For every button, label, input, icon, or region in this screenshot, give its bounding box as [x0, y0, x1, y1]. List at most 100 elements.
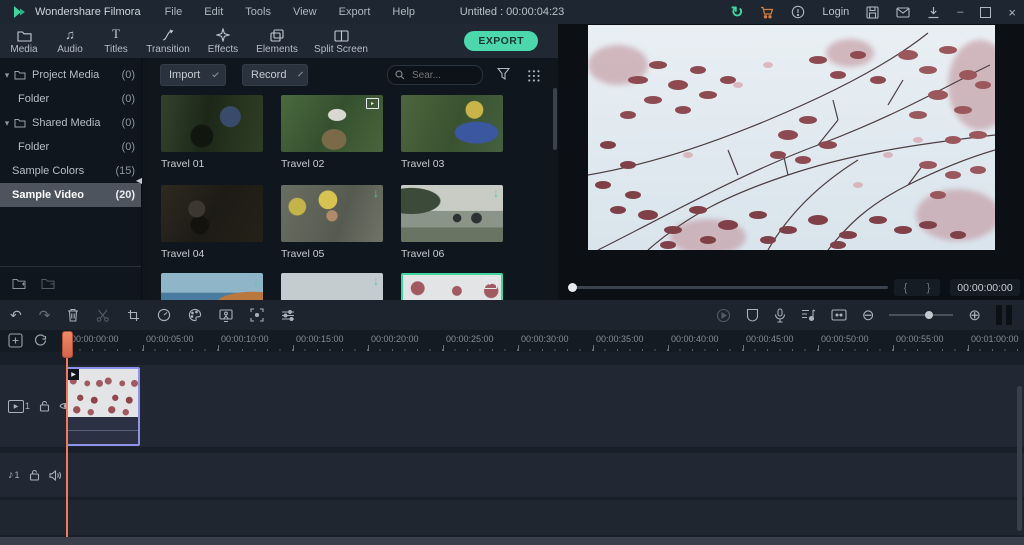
timeline-clip-selected[interactable]: ▶ — [66, 367, 140, 446]
close-icon[interactable]: × — [1008, 5, 1016, 20]
media-panel-scrollbar[interactable] — [553, 88, 557, 150]
info-icon[interactable] — [791, 5, 805, 19]
mark-in-brace[interactable]: { — [904, 282, 908, 294]
track-options-icon[interactable] — [831, 309, 847, 321]
new-folder-icon[interactable] — [12, 278, 27, 290]
save-icon[interactable] — [866, 6, 879, 19]
minimize-icon[interactable]: – — [957, 6, 963, 18]
voiceover-mic-icon[interactable] — [774, 308, 786, 323]
speed-icon[interactable] — [157, 308, 171, 322]
tab-split-screen[interactable]: Split Screen — [306, 28, 376, 55]
media-clip-travel-03[interactable] — [401, 95, 503, 152]
empty-timeline-area[interactable] — [0, 500, 1024, 535]
panel-splitter-handle[interactable] — [996, 305, 1012, 325]
timeline-ruler[interactable]: 00:00:00:00 00:00:05:00 00:00:10:00 00:0… — [0, 330, 1024, 352]
crop-icon[interactable] — [127, 309, 140, 322]
media-clip-travel-04[interactable] — [161, 185, 263, 242]
tab-transition[interactable]: Transition — [140, 28, 196, 55]
audio-mixer-icon[interactable] — [801, 308, 816, 322]
sidebar-collapse-icon[interactable]: ◀ — [136, 176, 142, 185]
render-preview-icon[interactable] — [716, 308, 731, 323]
tab-elements[interactable]: Elements — [250, 28, 304, 55]
mark-in-out[interactable]: { } — [894, 279, 940, 296]
download-arrow-icon: ↓ — [493, 188, 499, 198]
playhead-line[interactable] — [66, 331, 68, 537]
video-track-lane[interactable]: ▶1 — [0, 365, 1024, 447]
lock-icon[interactable] — [29, 469, 40, 481]
green-screen-icon[interactable] — [219, 309, 233, 322]
mail-icon[interactable] — [896, 7, 910, 18]
audio-track-lane[interactable]: ♪1 — [0, 453, 1024, 497]
media-clip-travel-01[interactable] — [161, 95, 263, 152]
sync-icon[interactable]: ↻ — [731, 3, 744, 21]
auto-ripple-icon[interactable] — [33, 333, 48, 348]
tab-titles[interactable]: T Titles — [94, 28, 138, 55]
undo-icon[interactable]: ↶ — [10, 307, 22, 324]
media-clip-row3-2[interactable]: ↓ — [281, 273, 383, 300]
mute-speaker-icon[interactable] — [49, 470, 62, 481]
sidebar-item-shared-media[interactable]: ▾ Shared Media (0) — [0, 111, 141, 135]
color-palette-icon[interactable] — [188, 308, 202, 322]
tab-split-screen-label: Split Screen — [314, 44, 368, 55]
marker-icon[interactable] — [746, 308, 759, 322]
zoom-slider-knob[interactable] — [925, 311, 933, 319]
export-button[interactable]: EXPORT — [464, 31, 538, 51]
track-manage-icon[interactable] — [8, 333, 23, 348]
playhead-handle[interactable] — [62, 331, 73, 358]
preview-scrub-row: { } 00:00:00:00 — [558, 279, 1024, 297]
grid-view-icon[interactable] — [527, 69, 540, 82]
ruler-label: 00:00:45:00 — [746, 334, 794, 344]
media-clip-blossom-selected[interactable]: ▸ — [401, 273, 503, 300]
menu-view[interactable]: View — [293, 6, 317, 18]
menu-help[interactable]: Help — [392, 6, 415, 18]
lock-icon[interactable] — [39, 400, 50, 412]
collapse-triangle-icon[interactable]: ▾ — [0, 70, 14, 81]
seek-handle[interactable] — [568, 283, 577, 292]
menu-file[interactable]: File — [165, 6, 183, 18]
search-box[interactable] — [387, 65, 483, 85]
tab-media[interactable]: Media — [2, 28, 46, 55]
media-clip-travel-05[interactable]: ↓ — [281, 185, 383, 242]
tab-effects[interactable]: Effects — [198, 28, 248, 55]
motion-tracking-icon[interactable] — [250, 308, 264, 322]
login-button[interactable]: Login — [822, 6, 849, 18]
tab-effects-label: Effects — [208, 44, 238, 55]
record-dropdown[interactable]: Record — [242, 64, 308, 86]
timeline-zoom-slider[interactable] — [889, 314, 953, 316]
menu-bar: File Edit Tools View Export Help — [165, 6, 415, 18]
maximize-icon[interactable] — [980, 7, 991, 18]
sidebar-item-folder-2[interactable]: Folder (0) — [0, 135, 141, 159]
sidebar-label: Project Media — [32, 69, 99, 81]
tab-audio[interactable]: ♫ Audio — [48, 28, 92, 55]
zoom-out-icon[interactable]: ⊖ — [862, 306, 875, 324]
sidebar-item-project-media[interactable]: ▾ Project Media (0) — [0, 63, 141, 87]
timeline-vertical-scrollbar[interactable] — [1017, 386, 1022, 531]
mark-out-brace[interactable]: } — [927, 282, 931, 294]
download-icon[interactable] — [927, 6, 940, 19]
sidebar-item-sample-colors[interactable]: Sample Colors (15) — [0, 159, 141, 183]
timeline-horizontal-scrollbar[interactable] — [0, 537, 1024, 545]
delete-folder-icon[interactable] — [41, 278, 56, 290]
cut-scissors-icon[interactable] — [96, 309, 110, 322]
cart-icon[interactable] — [760, 6, 774, 19]
menu-tools[interactable]: Tools — [245, 6, 271, 18]
search-input[interactable] — [410, 69, 469, 82]
sidebar-item-folder-1[interactable]: Folder (0) — [0, 87, 141, 111]
sidebar-item-sample-video[interactable]: Sample Video (20) — [0, 183, 141, 207]
redo-icon[interactable]: ↷ — [39, 307, 51, 324]
menu-export[interactable]: Export — [339, 6, 371, 18]
adjust-sliders-icon[interactable] — [281, 309, 295, 322]
document-title: Untitled : 00:00:04:23 — [460, 6, 565, 18]
import-dropdown[interactable]: Import — [160, 64, 226, 86]
delete-icon[interactable] — [67, 308, 79, 322]
zoom-in-icon[interactable]: ⊕ — [968, 306, 981, 324]
media-clip-travel-02[interactable]: ▸ — [281, 95, 383, 152]
media-clip-travel-06[interactable]: ↓ — [401, 185, 503, 242]
media-clip-row3-1[interactable]: ↓ — [161, 273, 263, 300]
clip-audio-section — [68, 417, 138, 444]
menu-edit[interactable]: Edit — [204, 6, 223, 18]
collapse-triangle-icon[interactable]: ▾ — [0, 118, 14, 129]
sidebar-label: Folder — [18, 141, 49, 153]
seek-bar[interactable] — [570, 286, 888, 289]
filter-icon[interactable] — [497, 67, 510, 80]
